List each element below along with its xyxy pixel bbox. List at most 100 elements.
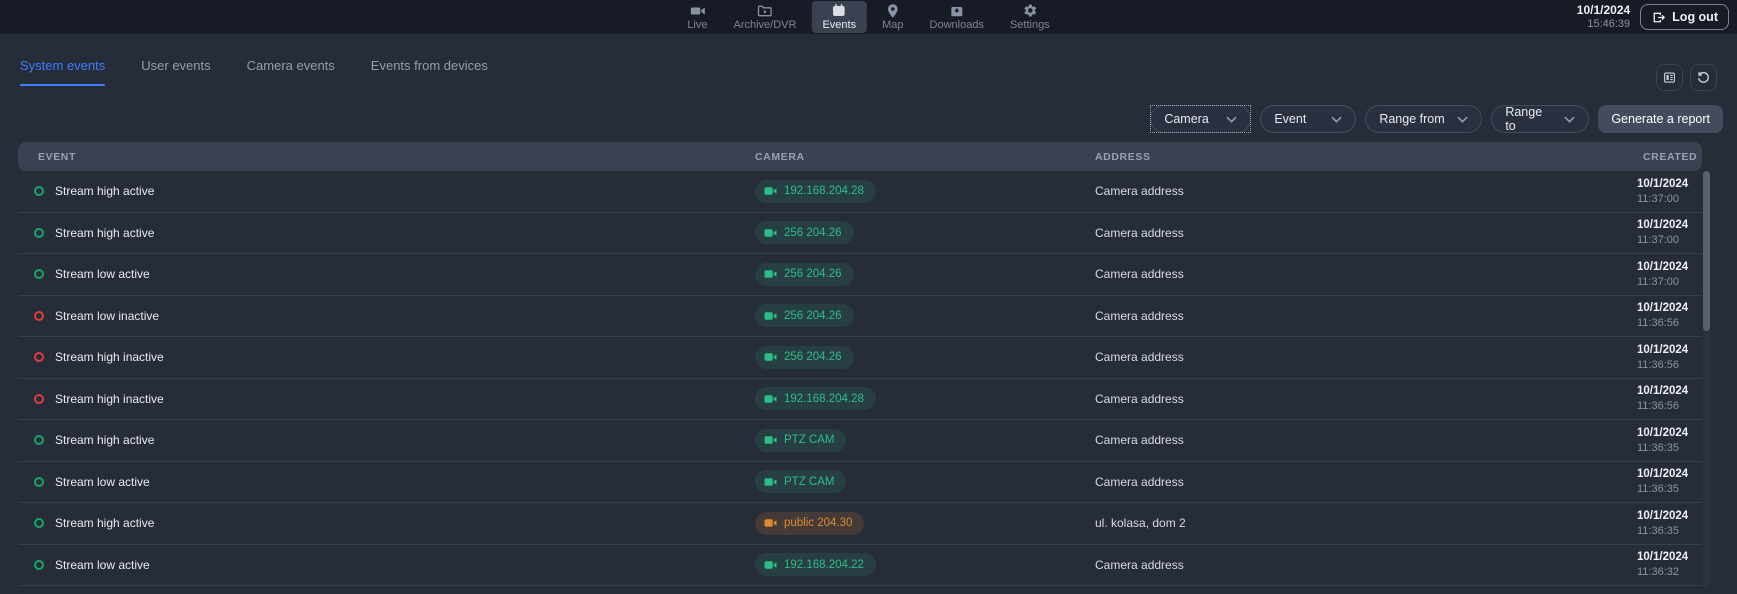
column-header-address: ADDRESS [1095,151,1625,163]
nav-item-live[interactable]: Live [676,1,718,33]
created-time: 11:37:00 [1637,192,1702,206]
camera-badge[interactable]: 256 204.26 [755,221,854,244]
refresh-button[interactable] [1690,64,1717,91]
event-status-icon [34,228,44,238]
camera-badge[interactable]: PTZ CAM [755,429,846,452]
camera-icon [764,311,777,321]
report-journal-button[interactable] [1656,64,1683,91]
event-status-icon [34,352,44,362]
range-from-dropdown[interactable]: Range from [1365,105,1482,133]
event-label: Stream low active [55,558,150,572]
table-header: EVENT CAMERA ADDRESS CREATED [18,142,1702,171]
table-row[interactable]: Stream high inactive 256 204.26 Camera a… [18,337,1702,379]
tab-label: User events [141,58,210,73]
table-row[interactable]: Stream low active PTZ CAM Camera address… [18,462,1702,504]
address-cell: Camera address [1095,475,1625,489]
camera-badge[interactable]: 256 204.26 [755,346,854,369]
camera-filter-label: Camera [1164,112,1208,126]
created-time: 11:37:00 [1637,233,1702,247]
created-time: 11:36:56 [1637,399,1702,413]
created-time: 11:36:35 [1637,482,1702,496]
created-cell: 10/1/2024 11:36:35 [1625,467,1702,496]
created-cell: 10/1/2024 11:36:56 [1625,301,1702,330]
column-header-created: CREATED [1625,151,1702,163]
table-row[interactable]: Stream high active public 204.30 ul. kol… [18,503,1702,545]
table-row[interactable]: Stream high inactive 192.168.204.28 Came… [18,379,1702,421]
tab-label: Events from devices [371,58,488,73]
table-scrollbar-thumb[interactable] [1703,171,1710,331]
nav-item-archive-dvr[interactable]: Archive/DVR [723,1,808,33]
address-cell-text: Camera address [1095,558,1184,572]
chevron-down-icon [1226,116,1237,123]
created-cell: 10/1/2024 11:37:00 [1625,260,1702,289]
camera-badge[interactable]: public 204.30 [755,512,864,535]
table-row[interactable]: Stream high active 256 204.26 Camera add… [18,213,1702,255]
current-date: 10/1/2024 [1577,3,1630,17]
table-row[interactable]: Stream low active 256 204.26 Camera addr… [18,254,1702,296]
camera-badge[interactable]: 192.168.204.28 [755,180,876,203]
table-row[interactable]: Stream high active PTZ CAM Camera addres… [18,420,1702,462]
event-status-icon [34,186,44,196]
camera-badge-label: 256 204.26 [784,310,842,322]
camera-icon [764,518,777,528]
camera-badge-label: 256 204.26 [784,227,842,239]
tab-events-from-devices[interactable]: Events from devices [371,58,488,86]
event-status-icon [34,394,44,404]
created-date: 10/1/2024 [1637,550,1702,565]
address-cell-text: Camera address [1095,350,1184,364]
created-date: 10/1/2024 [1637,218,1702,233]
created-time: 11:36:56 [1637,316,1702,330]
created-cell: 10/1/2024 11:36:56 [1625,384,1702,413]
camera-badge[interactable]: 192.168.204.22 [755,553,876,576]
event-label: Stream low inactive [55,309,159,323]
camera-cell: 256 204.26 [755,304,1095,327]
event-cell: Stream high active [18,433,755,447]
logout-button[interactable]: Log out [1640,4,1729,30]
camera-badge[interactable]: 256 204.26 [755,304,854,327]
event-cell: Stream low active [18,267,755,281]
chevron-down-icon [1564,116,1575,123]
camera-filter-dropdown[interactable]: Camera [1150,105,1251,133]
nav-item-map[interactable]: Map [871,1,914,33]
nav-item-settings[interactable]: Settings [999,1,1061,33]
range-to-dropdown[interactable]: Range to [1491,105,1589,133]
camera-badge-label: 192.168.204.28 [784,185,864,197]
tab-camera-events[interactable]: Camera events [247,58,335,86]
event-label: Stream high active [55,226,154,240]
camera-icon [764,352,777,362]
tab-system-events[interactable]: System events [20,58,105,86]
table-scrollbar-track[interactable] [1703,171,1710,588]
generate-report-button[interactable]: Generate a report [1598,105,1723,133]
current-time: 15:46:39 [1577,18,1630,31]
table-row[interactable]: Stream low inactive 256 204.26 Camera ad… [18,296,1702,338]
event-filter-dropdown[interactable]: Event [1260,105,1356,133]
event-cell: Stream low active [18,475,755,489]
nav-item-label: Downloads [930,19,984,31]
address-cell: Camera address [1095,184,1625,198]
created-time: 11:36:35 [1637,524,1702,538]
event-filter-label: Event [1274,112,1306,126]
created-date: 10/1/2024 [1637,260,1702,275]
camera-badge[interactable]: 192.168.204.28 [755,387,876,410]
created-cell: 10/1/2024 11:36:35 [1625,509,1702,538]
table-row[interactable]: Stream high active 192.168.204.28 Camera… [18,171,1702,213]
logout-label: Log out [1672,10,1718,24]
camera-icon [764,560,777,570]
camera-badge[interactable]: 256 204.26 [755,263,854,286]
view-actions [1656,64,1717,91]
address-cell: Camera address [1095,433,1625,447]
report-journal-icon [1662,70,1677,85]
nav-item-label: Events [822,19,856,31]
table-row[interactable]: Stream low active 192.168.204.22 Camera … [18,545,1702,587]
event-status-icon [34,311,44,321]
tab-label: System events [20,58,105,73]
nav-item-downloads[interactable]: Downloads [919,1,995,33]
event-cell: Stream low active [18,558,755,572]
camera-badge-label: 192.168.204.28 [784,393,864,405]
tab-user-events[interactable]: User events [141,58,210,86]
camera-badge[interactable]: PTZ CAM [755,470,846,493]
nav-item-events[interactable]: Events [811,1,867,33]
camera-icon [764,435,777,445]
created-cell: 10/1/2024 11:36:56 [1625,343,1702,372]
camera-badge-label: PTZ CAM [784,476,834,488]
